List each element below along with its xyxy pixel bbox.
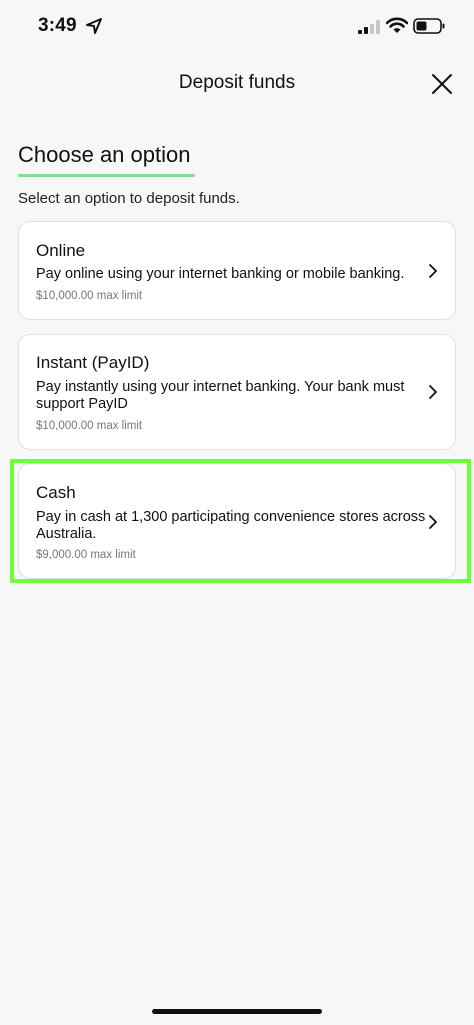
home-indicator[interactable] <box>152 1009 322 1014</box>
option-limit: $10,000.00 max limit <box>36 290 143 302</box>
option-payid-card[interactable]: Instant (PayID) Pay instantly using your… <box>18 334 456 450</box>
chevron-right-icon <box>429 385 437 399</box>
option-title: Instant (PayID) <box>36 353 150 372</box>
option-limit: $10,000.00 max limit <box>36 420 143 432</box>
chevron-right-icon <box>429 515 437 529</box>
section-subtitle: Select an option to deposit funds. <box>18 190 240 207</box>
option-title: Online <box>36 241 86 260</box>
option-limit: $9,000.00 max limit <box>36 549 136 561</box>
status-bar: 3:49 <box>0 0 474 56</box>
battery-icon <box>413 18 445 34</box>
option-description: Pay instantly using your internet bankin… <box>36 379 405 412</box>
cellular-signal-icon <box>358 20 380 34</box>
location-arrow-icon <box>86 18 102 34</box>
close-icon[interactable] <box>428 70 456 98</box>
header: Deposit funds <box>0 60 474 106</box>
option-description: Pay online using your internet banking o… <box>36 266 405 282</box>
wifi-icon <box>386 17 408 33</box>
section-underline <box>18 174 195 177</box>
option-description: Pay in cash at 1,300 participating conve… <box>36 509 426 542</box>
page-title: Deposit funds <box>178 72 296 93</box>
status-time: 3:49 <box>38 15 77 36</box>
option-online-card[interactable]: Online Pay online using your internet ba… <box>18 221 456 320</box>
option-title: Cash <box>36 483 76 502</box>
option-cash-card[interactable]: Cash Pay in cash at 1,300 participating … <box>18 463 456 579</box>
chevron-right-icon <box>429 264 437 278</box>
section-title: Choose an option <box>18 142 191 167</box>
